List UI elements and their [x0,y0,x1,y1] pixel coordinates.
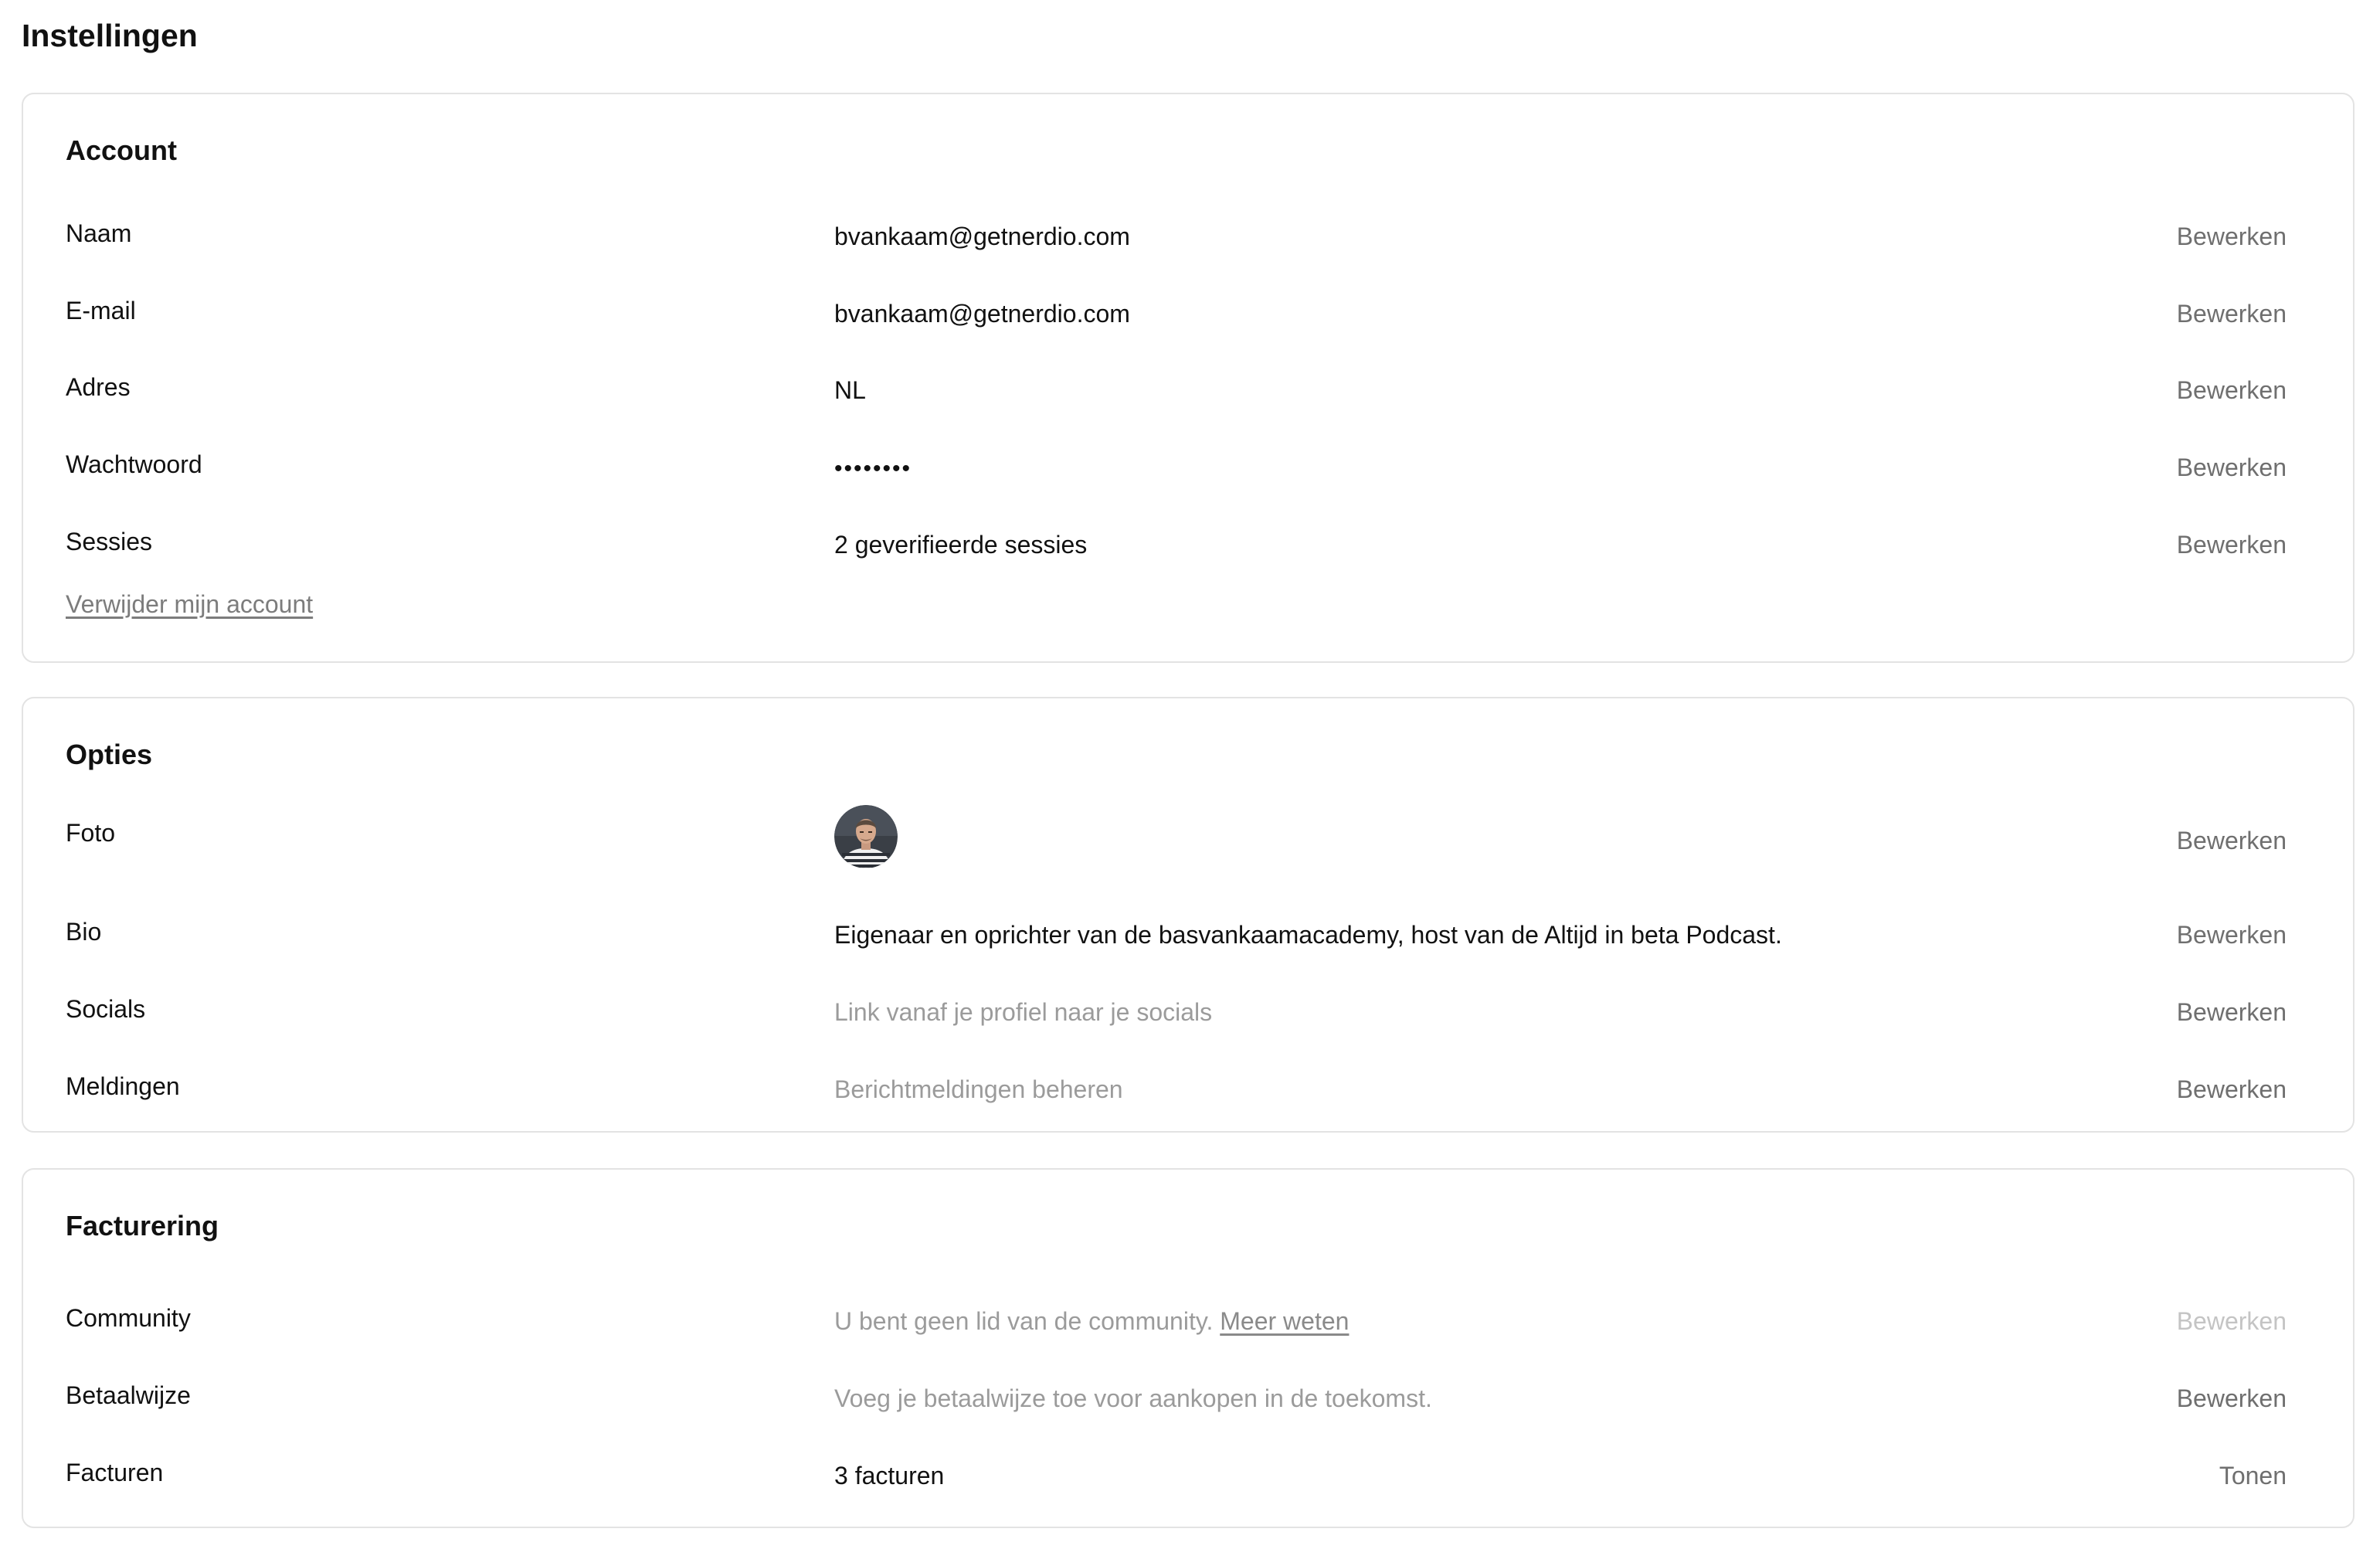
betaalwijze-label: Betaalwijze [66,1381,191,1409]
facturen-value: 3 facturen [834,1462,945,1490]
delete-account-link[interactable]: Verwijder mijn account [66,587,313,621]
row-foto: Foto Bewerken [66,805,2287,870]
foto-edit-button[interactable]: Bewerken [2177,824,2287,858]
wachtwoord-edit-button[interactable]: Bewerken [2177,450,2287,484]
betaalwijze-value: Voeg je betaalwijze toe voor aankopen in… [834,1384,1432,1412]
opties-card: Opties Foto Bewerken Bio Eigenaar en opr… [22,697,2355,1133]
row-meldingen: Meldingen Berichtmeldingen beheren Bewer… [66,1063,2287,1117]
meer-weten-link[interactable]: Meer weten [1220,1307,1349,1335]
community-edit-button: Bewerken [2176,1307,2287,1335]
community-value: U bent geen lid van de community. Meer w… [834,1304,1349,1338]
email-value: bvankaam@getnerdio.com [834,300,1130,328]
adres-edit-button[interactable]: Bewerken [2177,373,2287,407]
row-betaalwijze: Betaalwijze Voeg je betaalwijze toe voor… [66,1372,2287,1426]
row-adres: Adres NL Bewerken [66,364,2287,418]
bio-label: Bio [66,918,102,946]
naam-edit-button[interactable]: Bewerken [2177,219,2287,253]
facturen-label: Facturen [66,1459,164,1486]
meldingen-label: Meldingen [66,1072,180,1100]
wachtwoord-label: Wachtwoord [66,450,202,478]
betaalwijze-edit-button[interactable]: Bewerken [2177,1381,2287,1415]
adres-value: NL [834,376,866,404]
sessies-value: 2 geverifieerde sessies [834,531,1088,559]
facturering-title: Facturering [66,1210,219,1242]
adres-label: Adres [66,373,131,401]
row-community: Community U bent geen lid van de communi… [66,1295,2287,1349]
sessies-edit-button[interactable]: Bewerken [2177,528,2287,562]
row-sessies: Sessies 2 geverifieerde sessies Bewerken [66,518,2287,572]
sessies-label: Sessies [66,528,153,555]
account-title: Account [66,134,177,166]
naam-label: Naam [66,219,132,247]
row-naam: Naam bvankaam@getnerdio.com Bewerken [66,210,2287,264]
facturering-card: Facturering Community U bent geen lid va… [22,1168,2355,1528]
facturen-show-button[interactable]: Tonen [2219,1459,2287,1493]
socials-edit-button[interactable]: Bewerken [2177,995,2287,1029]
row-email: E-mail bvankaam@getnerdio.com Bewerken [66,287,2287,341]
password-dots: •••••••• [834,456,912,481]
community-label: Community [66,1304,191,1332]
wachtwoord-value: •••••••• [834,450,912,486]
row-facturen: Facturen 3 facturen Tonen [66,1449,2287,1503]
row-wachtwoord: Wachtwoord •••••••• Bewerken [66,441,2287,495]
email-label: E-mail [66,297,136,324]
avatar[interactable] [834,805,898,868]
community-status-text: U bent geen lid van de community. [834,1307,1214,1335]
naam-value: bvankaam@getnerdio.com [834,222,1130,250]
foto-label: Foto [66,819,116,847]
bio-value: Eigenaar en oprichter van de basvankaama… [834,921,1782,949]
profile-photo-icon [834,805,898,868]
bio-edit-button[interactable]: Bewerken [2177,918,2287,952]
account-card: Account Naam bvankaam@getnerdio.com Bewe… [22,93,2355,663]
page-title: Instellingen [22,18,198,53]
row-socials: Socials Link vanaf je profiel naar je so… [66,986,2287,1040]
meldingen-edit-button[interactable]: Bewerken [2177,1072,2287,1106]
meldingen-value: Berichtmeldingen beheren [834,1075,1123,1103]
opties-title: Opties [66,739,153,770]
socials-label: Socials [66,995,146,1023]
row-bio: Bio Eigenaar en oprichter van de basvank… [66,909,2287,963]
email-edit-button[interactable]: Bewerken [2177,297,2287,331]
socials-value: Link vanaf je profiel naar je socials [834,998,1213,1026]
